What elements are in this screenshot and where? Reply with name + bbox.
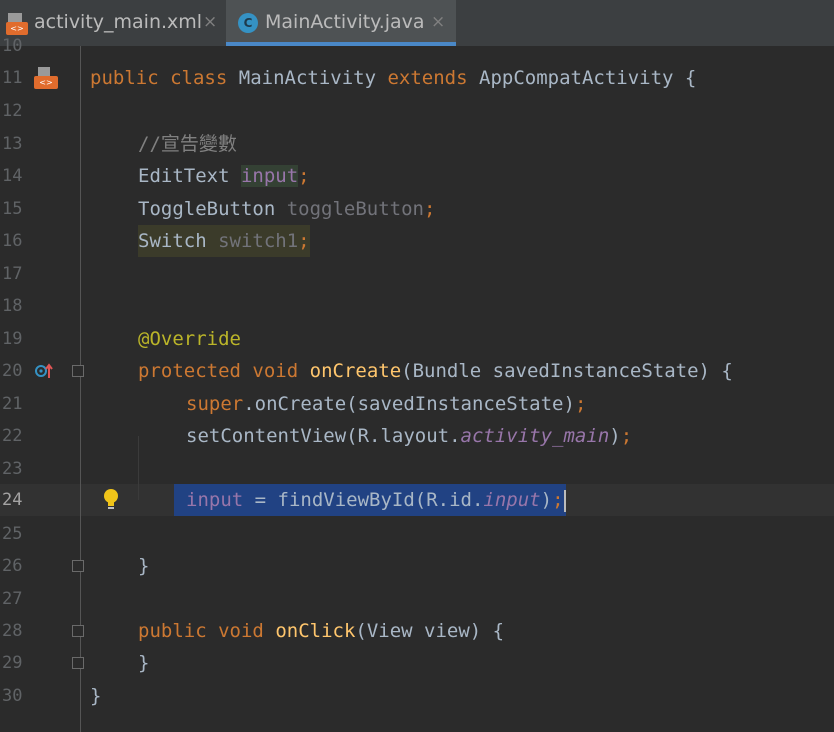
code-line: 26 }	[0, 550, 834, 582]
text-caret	[563, 489, 566, 512]
fold-toggle-icon[interactable]	[72, 625, 84, 637]
code-line: 27	[0, 583, 834, 615]
close-icon[interactable]: ×	[203, 12, 217, 32]
line-number: 19	[2, 329, 23, 349]
code-line: 28 public void onClick(View view) {	[0, 615, 834, 647]
line-number: 25	[2, 524, 23, 544]
code-line: 19 @Override	[0, 323, 834, 355]
close-icon[interactable]: ×	[431, 12, 445, 32]
selected-code: input = findViewById(R.id.input);	[174, 484, 566, 516]
line-number: 29	[2, 653, 23, 673]
code-line: 29 }	[0, 647, 834, 679]
line-number: 20	[2, 361, 23, 381]
overrides-method-icon[interactable]	[34, 363, 54, 379]
code-editor[interactable]: 10 11 <> public class MainActivity exten…	[0, 36, 834, 732]
warning-highlight: Switch switch1;	[138, 225, 310, 257]
line-number: 10	[2, 36, 23, 56]
line-number: 16	[2, 231, 23, 251]
fold-end-icon[interactable]	[72, 560, 84, 572]
line-number: 22	[2, 426, 23, 446]
line-number: 23	[2, 459, 23, 479]
code-line: 25	[0, 518, 834, 550]
line-number: 30	[2, 686, 23, 706]
line-number: 13	[2, 134, 23, 154]
code-line: 17	[0, 258, 834, 290]
code-line: 21 super.onCreate(savedInstanceState);	[0, 388, 834, 420]
line-number: 28	[2, 621, 23, 641]
line-number: 26	[2, 556, 23, 576]
code-line: 13 //宣告變數	[0, 128, 834, 160]
line-number: 21	[2, 394, 23, 414]
code-line: 22 setContentView(R.layout.activity_main…	[0, 420, 834, 452]
line-number: 15	[2, 199, 23, 219]
related-layout-icon[interactable]: <>	[34, 67, 58, 89]
comment: //宣告變數	[138, 133, 237, 155]
code-line: 30 }	[0, 680, 834, 712]
fold-end-icon[interactable]	[72, 657, 84, 669]
field-input-usage-highlight: input	[240, 165, 299, 187]
line-number: 12	[2, 101, 23, 121]
lightbulb-icon[interactable]	[102, 488, 120, 512]
line-number: 18	[2, 296, 23, 316]
code-line: 18	[0, 290, 834, 322]
fold-toggle-icon[interactable]	[72, 365, 84, 377]
annotation: @Override	[138, 328, 241, 350]
line-number: 24	[2, 490, 23, 510]
code-line-current: 24 input = findViewById(R.id.input);	[0, 484, 834, 516]
line-number: 27	[2, 589, 23, 609]
line-number: 11	[2, 68, 23, 88]
code-line: 10	[0, 30, 834, 62]
code-line: 23	[0, 453, 834, 485]
line-number: 14	[2, 166, 23, 186]
code-line: 20 protected void onCreate(Bundle savedI…	[0, 355, 834, 387]
code-line: 16 Switch switch1;	[0, 225, 834, 257]
code-line: 14 EditText input;	[0, 160, 834, 192]
code-line: 15 ToggleButton toggleButton;	[0, 193, 834, 225]
code-line: 12	[0, 95, 834, 127]
line-number: 17	[2, 264, 23, 284]
code-line: 11 <> public class MainActivity extends …	[0, 62, 834, 94]
